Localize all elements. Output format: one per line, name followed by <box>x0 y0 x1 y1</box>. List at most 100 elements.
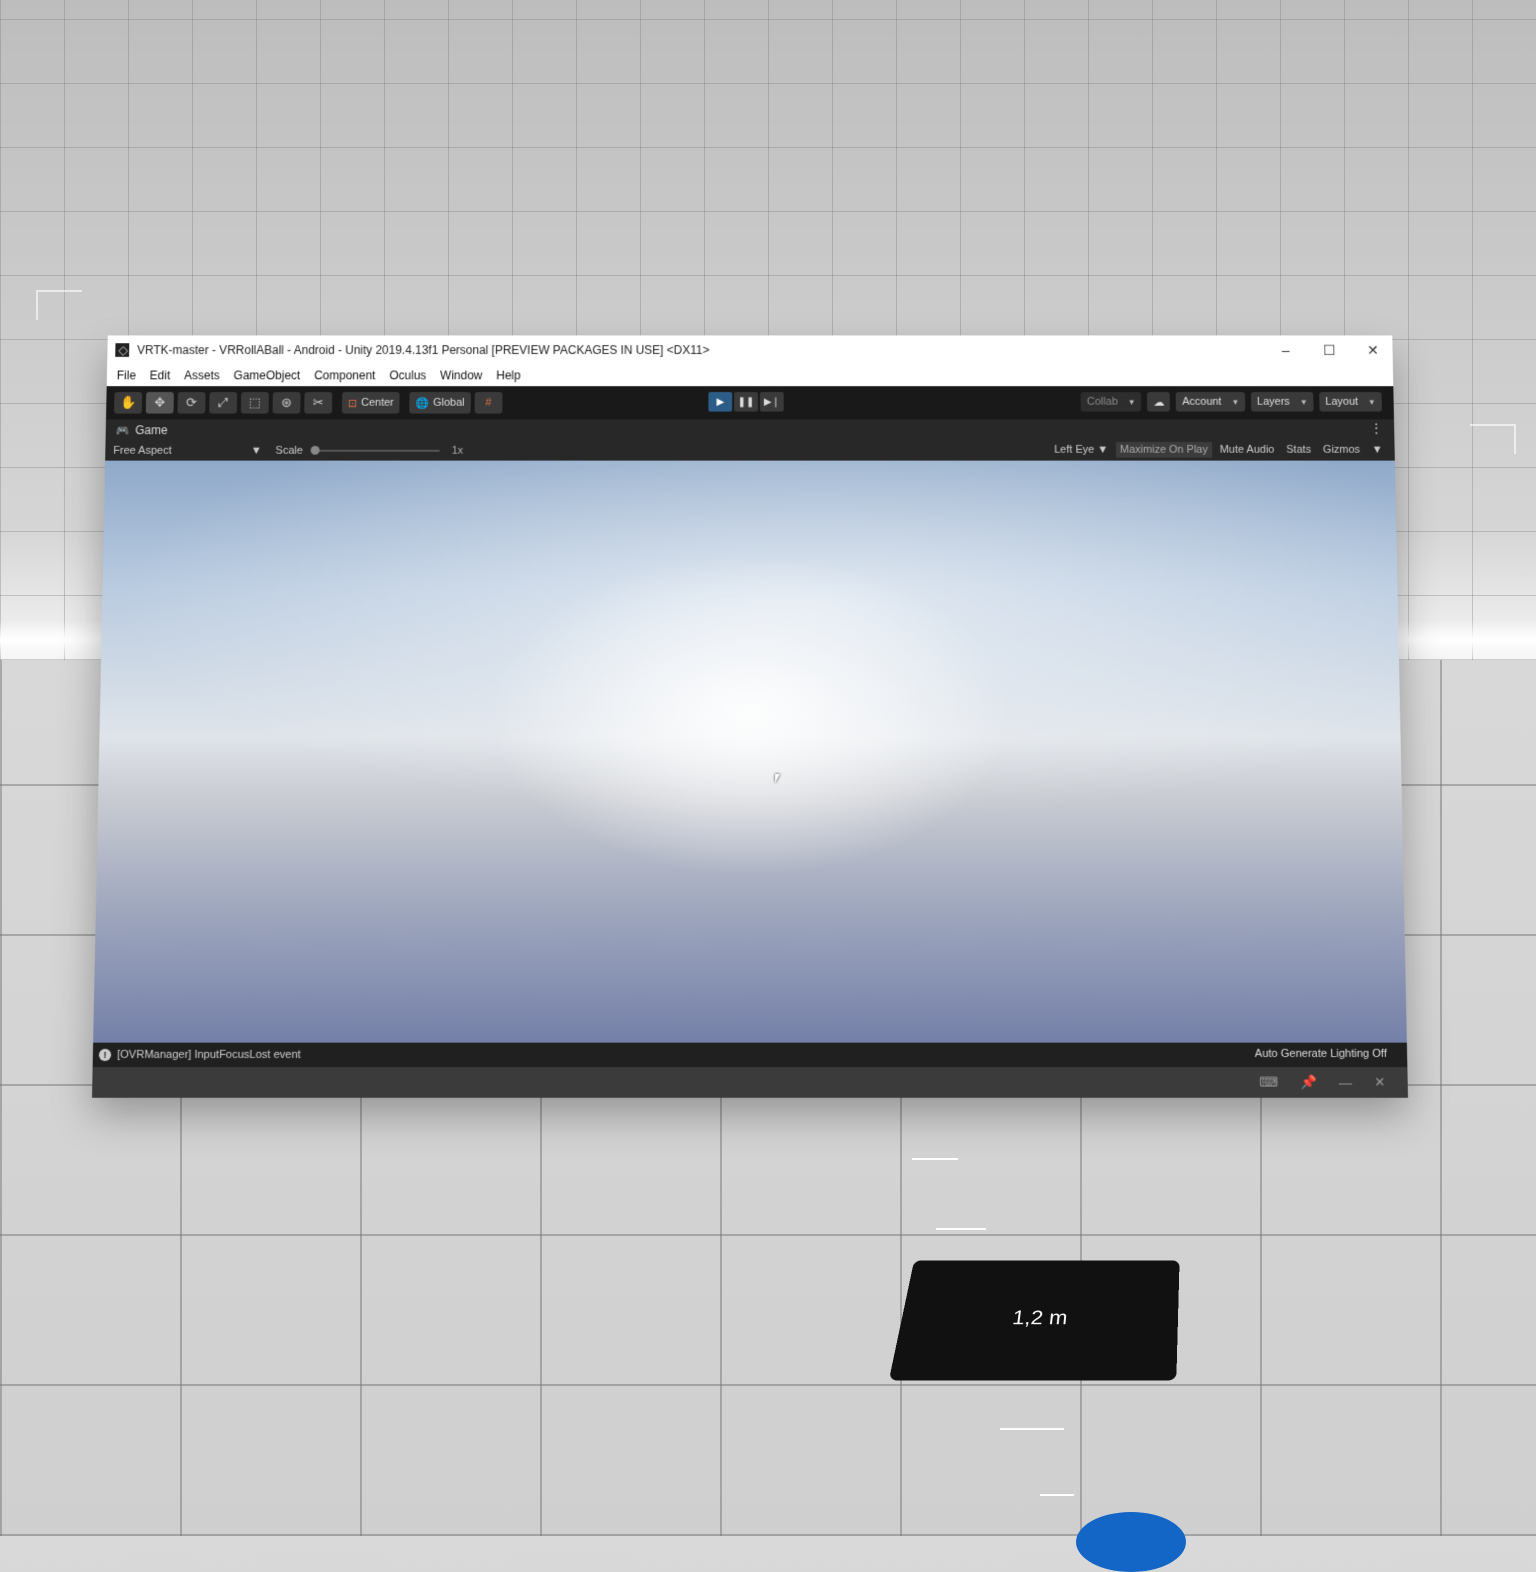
rotate-tool-button[interactable]: ⟳ <box>177 392 206 414</box>
gizmos-dropdown[interactable]: Gizmos <box>1319 442 1364 458</box>
game-viewport[interactable] <box>93 460 1407 1043</box>
eye-label: Left Eye <box>1054 443 1095 456</box>
account-label: Account <box>1182 395 1222 408</box>
chevron-down-icon: ▼ <box>1367 397 1376 407</box>
snap-button[interactable]: # <box>474 392 503 414</box>
scale-value: 1x <box>451 444 464 457</box>
grid-snap-icon: # <box>485 396 492 409</box>
tab-game[interactable]: Game <box>135 423 168 437</box>
menu-bar: File Edit Assets GameObject Component Oc… <box>106 364 1394 387</box>
rotate-icon: ⟳ <box>185 394 198 410</box>
guide-dash <box>1040 1494 1074 1496</box>
maximize-button[interactable]: ☐ <box>1319 342 1339 359</box>
minimize-icon[interactable]: — <box>1339 1075 1352 1090</box>
step-button[interactable]: ▶❘ <box>759 392 784 412</box>
pivot-space-button[interactable]: 🌐 Global <box>409 392 471 414</box>
eye-dropdown[interactable]: Left Eye ▼ <box>1050 442 1112 458</box>
corner-marker <box>1470 424 1516 454</box>
hand-tool-button[interactable]: ✋ <box>114 392 143 414</box>
vr-window-controls: ⌨ 📌 — ✕ <box>91 1067 1409 1098</box>
close-icon[interactable]: ✕ <box>1374 1074 1385 1090</box>
scale-label: Scale <box>275 444 303 457</box>
pivot-label: Center <box>360 396 394 409</box>
menu-edit[interactable]: Edit <box>150 369 171 383</box>
minimize-button[interactable]: – <box>1276 342 1296 358</box>
layers-dropdown[interactable]: Layers ▼ <box>1250 392 1314 412</box>
collab-label: Collab <box>1086 395 1118 408</box>
keyboard-icon[interactable]: ⌨ <box>1259 1074 1278 1090</box>
rect-icon: ⬚ <box>248 394 262 410</box>
title-bar[interactable]: VRTK-master - VRRollABall - Android - Un… <box>107 335 1393 365</box>
play-button[interactable]: ▶ <box>708 392 733 412</box>
custom-tool-icon: ✂ <box>312 394 324 410</box>
game-view-options: Free Aspect ▼ Scale 1x Left Eye ▼ Maximi… <box>105 440 1395 461</box>
pivot-icon: ⊡ <box>347 397 358 410</box>
main-toolbar: ✋ ✥ ⟳ ⤢ ⬚ ⊛ ✂ ⊡ Center 🌐 Global # ▶ ❚❚ ▶… <box>106 386 1394 420</box>
slider-handle[interactable] <box>310 445 320 455</box>
window-title: VRTK-master - VRRollABall - Android - Un… <box>136 343 710 357</box>
play-icon: ▶ <box>716 396 725 408</box>
pause-icon: ❚❚ <box>737 396 755 408</box>
toolbar-right: Collab ▼ ☁ Account ▼ Layers ▼ Layout ▼ <box>1080 392 1382 412</box>
game-view-toggles: Left Eye ▼ Maximize On Play Mute Audio S… <box>1050 441 1387 458</box>
menu-assets[interactable]: Assets <box>184 369 220 383</box>
menu-window[interactable]: Window <box>440 369 482 383</box>
scale-tool-button[interactable]: ⤢ <box>209 392 238 414</box>
cloud-button[interactable]: ☁ <box>1147 392 1171 412</box>
transform-tool-button[interactable]: ⊛ <box>272 392 301 414</box>
scale-icon: ⤢ <box>217 394 229 410</box>
aspect-dropdown[interactable]: Free Aspect ▼ <box>113 445 262 457</box>
rect-tool-button[interactable]: ⬚ <box>240 392 269 414</box>
status-message[interactable]: [OVRManager] InputFocusLost event <box>117 1049 301 1061</box>
chevron-down-icon: ▼ <box>250 444 262 457</box>
pause-button[interactable]: ❚❚ <box>734 392 758 412</box>
menu-gameobject[interactable]: GameObject <box>233 369 300 383</box>
menu-oculus[interactable]: Oculus <box>389 369 426 383</box>
custom-tool-button[interactable]: ✂ <box>304 392 333 414</box>
distance-label: 1,2 m <box>1011 1306 1069 1329</box>
chevron-down-icon[interactable]: ▼ <box>1368 442 1387 458</box>
scale-control: Scale 1x <box>275 445 463 457</box>
gamepad-icon: 🎮 <box>115 424 130 437</box>
layout-dropdown[interactable]: Layout ▼ <box>1319 392 1382 412</box>
unity-editor-window: VRTK-master - VRRollABall - Android - Un… <box>91 335 1409 1098</box>
chevron-down-icon: ▼ <box>1127 397 1136 407</box>
layout-label: Layout <box>1325 395 1359 408</box>
kebab-menu-icon[interactable]: ⋮ <box>1370 421 1382 435</box>
scale-slider[interactable] <box>310 445 440 455</box>
unity-logo-icon <box>115 343 130 357</box>
hand-icon: ✋ <box>119 394 137 410</box>
lighting-status: Auto Generate Lighting Off <box>1254 1047 1388 1061</box>
play-controls: ▶ ❚❚ ▶❘ <box>708 392 784 412</box>
mouse-cursor-icon <box>775 773 781 783</box>
game-tab-bar: 🎮 Game ⋮ <box>105 419 1395 441</box>
distance-indicator: 1,2 m <box>888 1260 1180 1381</box>
info-icon: ! <box>98 1048 112 1062</box>
layers-label: Layers <box>1256 395 1290 408</box>
status-bar: ! [OVRManager] InputFocusLost event Auto… <box>92 1042 1408 1068</box>
menu-file[interactable]: File <box>117 369 136 383</box>
maximize-on-play-toggle[interactable]: Maximize On Play <box>1115 441 1212 458</box>
step-icon: ▶❘ <box>763 396 780 408</box>
account-dropdown[interactable]: Account ▼ <box>1176 392 1246 412</box>
chevron-down-icon: ▼ <box>1097 443 1109 456</box>
globe-icon: 🌐 <box>415 397 430 410</box>
chevron-down-icon: ▼ <box>1299 397 1308 407</box>
chevron-down-icon: ▼ <box>1231 397 1240 407</box>
pivot-mode-button[interactable]: ⊡ Center <box>341 392 400 414</box>
close-button[interactable]: ✕ <box>1363 342 1383 359</box>
corner-marker <box>36 290 82 320</box>
move-tool-button[interactable]: ✥ <box>145 392 174 414</box>
space-label: Global <box>433 396 465 409</box>
pin-icon[interactable]: 📌 <box>1300 1074 1317 1090</box>
guide-dash <box>1000 1428 1064 1430</box>
menu-help[interactable]: Help <box>496 369 521 383</box>
guide-dash <box>912 1158 958 1160</box>
transform-icon: ⊛ <box>281 394 293 410</box>
stats-toggle[interactable]: Stats <box>1282 442 1315 458</box>
menu-component[interactable]: Component <box>314 369 376 383</box>
mute-audio-toggle[interactable]: Mute Audio <box>1216 442 1279 458</box>
move-icon: ✥ <box>154 394 166 410</box>
collab-dropdown[interactable]: Collab ▼ <box>1080 392 1142 412</box>
controller-marker <box>1076 1512 1186 1572</box>
